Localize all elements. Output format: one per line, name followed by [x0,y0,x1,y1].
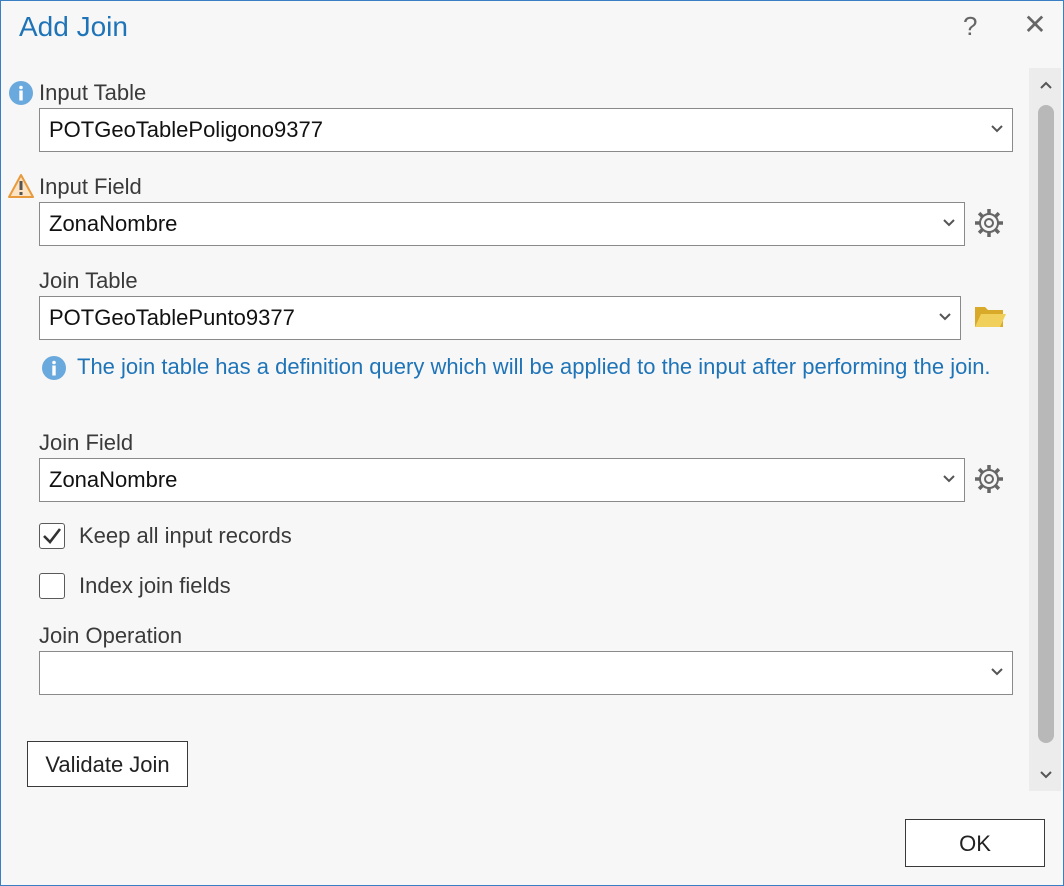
join-field-value: ZonaNombre [49,467,178,492]
index-join-fields-checkbox[interactable] [39,573,65,599]
join-table-select[interactable]: POTGeoTablePunto9377 [39,296,961,340]
input-table-value: POTGeoTablePoligono9377 [49,117,323,142]
checkmark-icon [43,528,62,544]
gear-icon[interactable] [973,463,1005,495]
validate-join-button[interactable]: Validate Join [27,741,188,787]
join-table-label: Join Table [39,268,138,293]
chevron-down-icon [943,219,955,227]
dialog-title: Add Join [19,11,128,42]
join-table-info-message: The join table has a definition query wh… [77,354,991,379]
scrollbar-thumb[interactable] [1038,105,1054,743]
ok-button[interactable]: OK [905,819,1045,867]
info-icon [42,356,66,380]
join-operation-select[interactable] [39,651,1013,695]
join-operation-label: Join Operation [39,623,183,648]
index-join-fields-label[interactable]: Index join fields [79,573,231,599]
input-table-select[interactable]: POTGeoTablePoligono9377 [39,108,1013,152]
chevron-down-icon [991,668,1003,676]
chevron-down-icon[interactable] [1039,769,1053,781]
chevron-up-icon[interactable] [1039,79,1053,91]
keep-all-input-records-label[interactable]: Keep all input records [79,523,292,549]
input-field-value: ZonaNombre [49,211,178,236]
help-icon[interactable]: ? [963,11,977,42]
keep-all-input-records-checkbox[interactable] [39,523,65,549]
input-table-label: Input Table [39,80,147,105]
info-icon [9,81,33,105]
input-field-select[interactable]: ZonaNombre [39,202,965,246]
add-join-dialog: Add Join ? ✕ Input Table POTGeoTablePoli… [0,0,1064,886]
join-field-select[interactable]: ZonaNombre [39,458,965,502]
close-icon[interactable]: ✕ [1021,10,1049,40]
join-table-value: POTGeoTablePunto9377 [49,305,295,330]
chevron-down-icon [943,475,955,483]
input-field-label: Input Field [39,174,142,199]
gear-icon[interactable] [973,207,1005,239]
join-field-label: Join Field [39,430,134,455]
warning-icon [8,174,34,198]
chevron-down-icon [939,313,951,321]
folder-icon[interactable] [973,303,1007,331]
chevron-down-icon [991,125,1003,133]
